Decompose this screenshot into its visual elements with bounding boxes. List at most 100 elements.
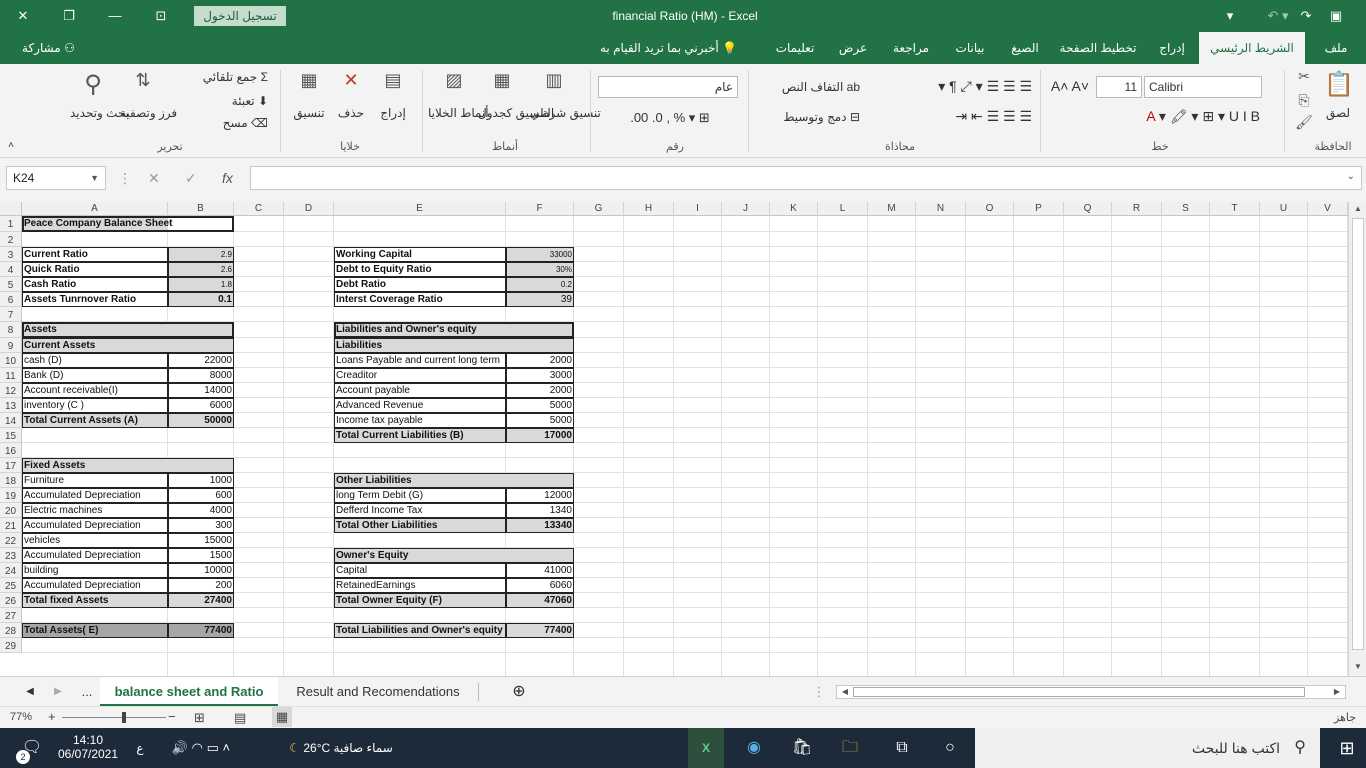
h-scroll-thumb[interactable] [853, 687, 1305, 697]
cell-styles-button[interactable]: أنماط الخلايا [428, 106, 489, 120]
signin-button[interactable]: تسجيل الدخول [194, 6, 286, 26]
clear-button[interactable]: مسح ⌫ [196, 116, 268, 130]
tab-balance-sheet[interactable]: balance sheet and Ratio [100, 677, 278, 707]
column-header-o[interactable]: O [966, 202, 1014, 216]
file-explorer-icon[interactable]: 🗀 [832, 728, 868, 768]
collapse-ribbon-icon[interactable]: ˄ [4, 140, 18, 151]
tab-result-recommendations[interactable]: Result and Recomendations [282, 677, 474, 707]
asset-value-cell[interactable]: 22000 [168, 353, 234, 368]
fixed-asset-value-cell[interactable]: 600 [168, 488, 234, 503]
normal-view-icon[interactable]: ▦ [272, 707, 292, 727]
assets-header-cell[interactable]: Assets [22, 322, 234, 338]
fixed-assets-header-cell[interactable]: Fixed Assets [22, 458, 168, 473]
tab-review[interactable]: مراجعة [885, 32, 937, 64]
fixed-asset-value-cell[interactable]: 1500 [168, 548, 234, 563]
sheet-title-cell[interactable]: Peace Company Balance Sheet [22, 216, 234, 232]
format-button[interactable]: تنسيق [288, 106, 330, 120]
row-header-5[interactable]: 5 [0, 277, 22, 292]
column-header-b[interactable]: B [168, 202, 234, 216]
weather-widget[interactable]: ☾ 26°C سماء صافية [266, 728, 416, 768]
font-grow-shrink-buttons[interactable]: A˄ A˅ [1046, 78, 1094, 94]
ratio-value-cell[interactable]: 0.2 [506, 277, 574, 292]
edge-taskbar-icon[interactable]: ◉ [736, 728, 772, 768]
paste-button[interactable]: لصق [1316, 106, 1360, 120]
asset-label-cell[interactable]: inventory (C ) [22, 398, 168, 413]
fixed-asset-label-cell[interactable]: Electric machines [22, 503, 168, 518]
liability-label-cell[interactable]: Account payable [334, 383, 506, 398]
fixed-asset-value-cell[interactable]: 200 [168, 578, 234, 593]
ratio-label-cell[interactable]: Cash Ratio [22, 277, 168, 292]
row-header-28[interactable]: 28 [0, 623, 22, 638]
row-header-3[interactable]: 3 [0, 247, 22, 262]
column-header-a[interactable]: A [22, 202, 168, 216]
asset-value-cell[interactable]: 14000 [168, 383, 234, 398]
zoom-level[interactable]: 77% [10, 711, 32, 723]
scroll-right-icon[interactable]: ▶ [1331, 686, 1343, 698]
total-other-liab-value[interactable]: 13340 [506, 518, 574, 533]
asset-value-cell[interactable]: 6000 [168, 398, 234, 413]
clock[interactable]: 14:10 06/07/2021 [56, 728, 120, 768]
equity-label-cell[interactable]: RetainedEarnings [334, 578, 506, 593]
conditional-format-icon[interactable]: ▥ [538, 70, 570, 91]
liability-value-cell[interactable]: 5000 [506, 398, 574, 413]
row-header-10[interactable]: 10 [0, 353, 22, 368]
row-header-22[interactable]: 22 [0, 533, 22, 548]
tab-formulas[interactable]: الصيغ [1005, 32, 1045, 64]
tab-file[interactable]: ملف [1314, 32, 1358, 64]
row-header-26[interactable]: 26 [0, 593, 22, 608]
column-header-t[interactable]: T [1210, 202, 1260, 216]
row-header-16[interactable]: 16 [0, 443, 22, 458]
row-header-15[interactable]: 15 [0, 428, 22, 443]
ratio-value-cell[interactable]: 39 [506, 292, 574, 307]
worksheet-grid[interactable]: ▲ ▼ A B C D E F G H I J K L M N O P Q R S T U V 1 2 3 4 5 6 7 8 9 10 11 1… [0, 202, 1366, 676]
column-header-n[interactable]: N [916, 202, 966, 216]
tab-insert[interactable]: إدراج [1152, 32, 1192, 64]
alignment-buttons-bottom[interactable]: ⇥ ⇤ ☰ ☰ ☰ [872, 108, 1032, 125]
fixed-asset-label-cell[interactable]: Furniture [22, 473, 168, 488]
column-header-i[interactable]: I [674, 202, 722, 216]
alignment-buttons-top[interactable]: ▾ ¶ ⤢ ▾ ☰ ☰ ☰ [872, 78, 1032, 95]
fixed-asset-value-cell[interactable]: 10000 [168, 563, 234, 578]
font-name-dropdown[interactable]: Calibri [1144, 76, 1262, 98]
search-icon[interactable]: ⚲ [78, 70, 108, 99]
redo-icon[interactable]: ↷ [1296, 0, 1316, 32]
current-assets-header-cell[interactable]: Current Assets [22, 338, 168, 353]
fixed-asset-value-cell[interactable]: 15000 [168, 533, 234, 548]
row-header-4[interactable]: 4 [0, 262, 22, 277]
column-header-s[interactable]: S [1162, 202, 1210, 216]
ratio-label-cell[interactable]: Assets Tunrnover Ratio [22, 292, 168, 307]
fill-button[interactable]: تعبئة ⬇ [196, 94, 268, 108]
fixed-asset-label-cell[interactable]: vehicles [22, 533, 168, 548]
asset-label-cell[interactable]: Account receivable(I) [22, 383, 168, 398]
total-liab-equity-label[interactable]: Total Liabilities and Owner's equity [334, 623, 506, 638]
expand-formula-icon[interactable]: ⌄ [1347, 171, 1355, 182]
tab-view[interactable]: عرض [835, 32, 871, 64]
ratio-label-cell[interactable]: Debt to Equity Ratio [334, 262, 506, 277]
minimize-icon[interactable]: — [92, 0, 138, 32]
ratio-value-cell[interactable]: 2.6 [168, 262, 234, 277]
zoom-slider-thumb[interactable] [122, 712, 126, 723]
row-header-2[interactable]: 2 [0, 232, 22, 247]
column-header-k[interactable]: K [770, 202, 818, 216]
row-header-25[interactable]: 25 [0, 578, 22, 593]
fixed-asset-label-cell[interactable]: Accumulated Depreciation [22, 548, 168, 563]
taskbar-search[interactable]: اكتب هنا للبحث ⚲ [975, 728, 1320, 768]
row-header-17[interactable]: 17 [0, 458, 22, 473]
row-header-18[interactable]: 18 [0, 473, 22, 488]
paste-icon[interactable]: 📋 [1322, 70, 1356, 99]
other-liab-label-cell[interactable]: Defferd Income Tax [334, 503, 506, 518]
fixed-asset-value-cell[interactable]: 4000 [168, 503, 234, 518]
prev-sheet-icon[interactable]: ◀ [20, 677, 40, 707]
wrap-text-button[interactable]: التفاف النص ab [760, 80, 860, 94]
undo-icon[interactable]: ↶ ▾ [1258, 0, 1298, 32]
cell-styles-icon[interactable]: ▨ [438, 70, 470, 91]
delete-button[interactable]: حذف [334, 106, 368, 120]
liability-label-cell[interactable]: Income tax payable [334, 413, 506, 428]
tab-page-layout[interactable]: تخطيط الصفحة [1058, 32, 1138, 64]
column-header-l[interactable]: L [818, 202, 868, 216]
ratio-value-cell[interactable]: 2.9 [168, 247, 234, 262]
format-as-table-button[interactable]: التنسيق كجدول [478, 106, 554, 120]
asset-label-cell[interactable]: cash (D) [22, 353, 168, 368]
row-header-29[interactable]: 29 [0, 638, 22, 653]
tab-help[interactable]: تعليمات [770, 32, 820, 64]
